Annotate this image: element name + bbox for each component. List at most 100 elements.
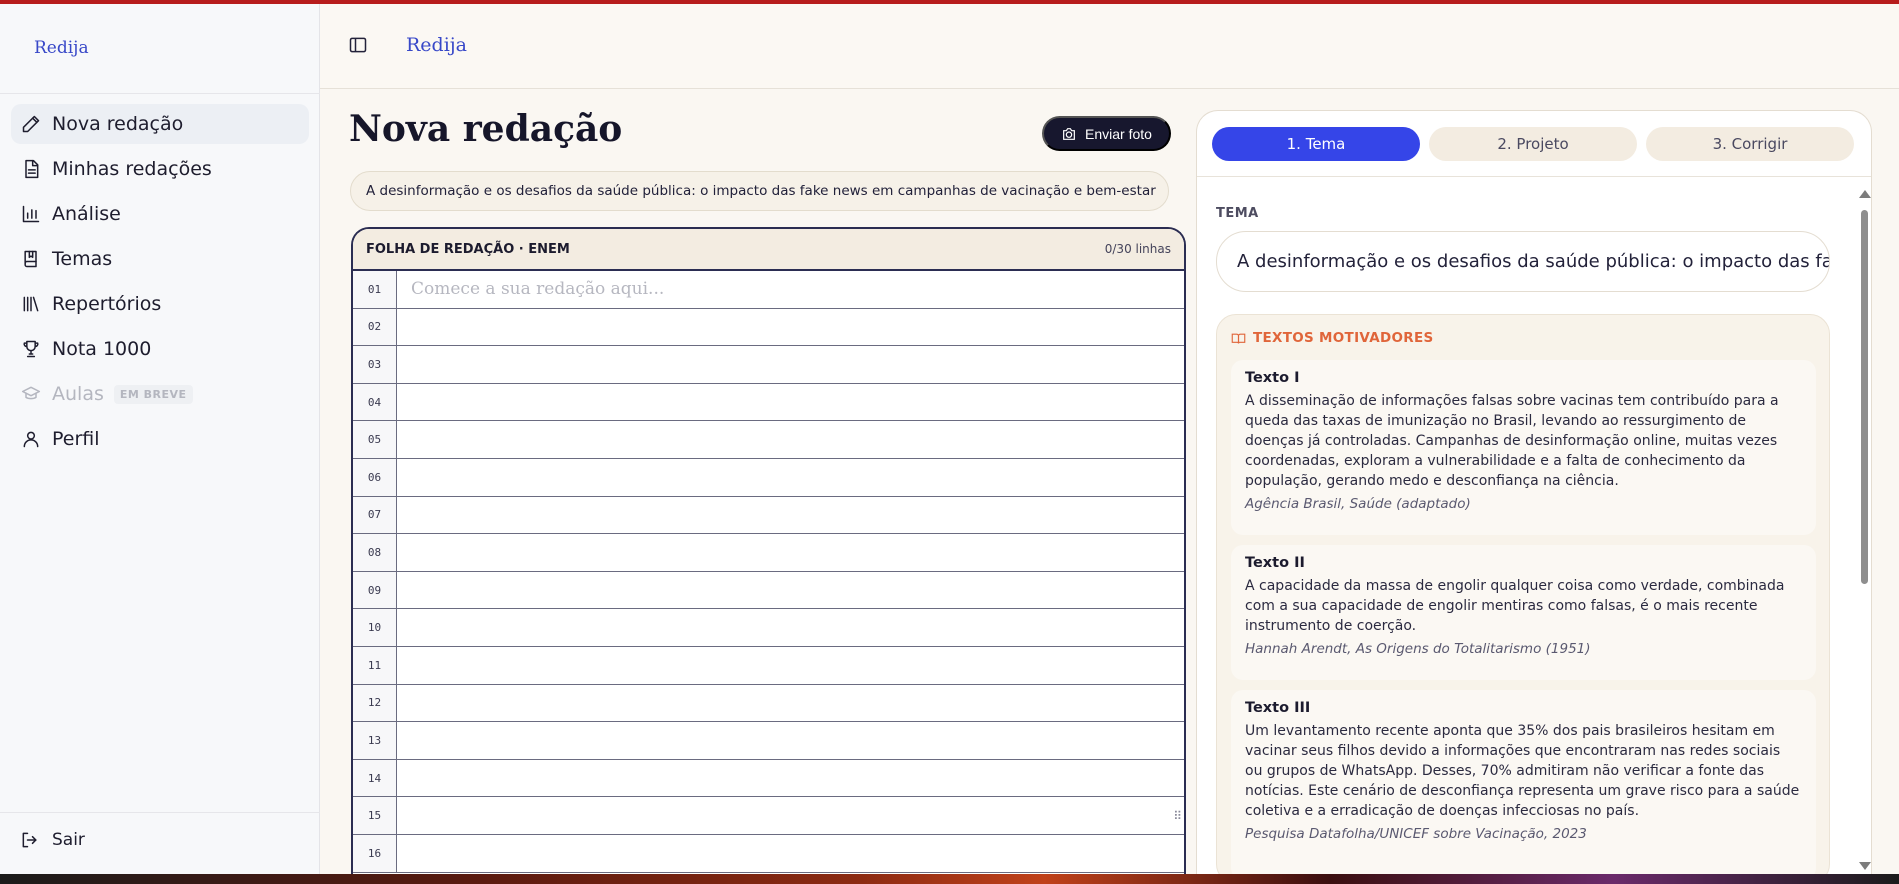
line-number: 16 <box>353 834 397 872</box>
top-header: Redija <box>320 4 1899 89</box>
essay-line[interactable]: 03 <box>353 346 1184 384</box>
essay-line[interactable]: 07 <box>353 496 1184 535</box>
sidebar-item-label: Aulas <box>52 383 104 405</box>
tema-field[interactable]: A desinformação e os desafios da saúde p… <box>1216 231 1830 292</box>
essay-line[interactable]: 15 ⠿ <box>353 797 1184 835</box>
essay-line[interactable]: 09 <box>353 571 1184 610</box>
essay-line[interactable]: 08 <box>353 534 1184 572</box>
sidebar-item-analise[interactable]: Análise <box>11 194 309 234</box>
text-title: Texto II <box>1245 555 1305 571</box>
line-number: 14 <box>353 759 397 797</box>
sidebar: Redija Nova redação Minhas redações Anál… <box>0 4 320 874</box>
sidebar-item-label: Minhas redações <box>52 158 212 180</box>
line-input[interactable] <box>397 534 1184 571</box>
line-input[interactable] <box>397 760 1184 797</box>
sidebar-item-nota-1000[interactable]: Nota 1000 <box>11 329 309 369</box>
line-number: 15 <box>353 797 397 834</box>
line-input[interactable] <box>397 835 1184 872</box>
line-input[interactable] <box>397 384 1184 421</box>
essay-line[interactable]: 14 <box>353 759 1184 798</box>
tabs-divider <box>1197 176 1871 177</box>
open-book-icon <box>1231 333 1246 344</box>
sidebar-nav: Nova redação Minhas redações Análise Tem… <box>11 104 309 464</box>
tab-corrigir[interactable]: 3. Corrigir <box>1646 127 1854 161</box>
book-icon <box>20 248 42 270</box>
text-title: Texto I <box>1245 370 1300 386</box>
panel-scrollbar[interactable] <box>1856 176 1872 884</box>
theme-pill: A desinformação e os desafios da saúde p… <box>350 171 1169 211</box>
line-input[interactable] <box>397 647 1184 684</box>
line-input[interactable] <box>397 421 1184 458</box>
sidebar-bottom-divider <box>0 812 320 813</box>
page-title: Nova redação <box>349 108 623 150</box>
graduation-cap-icon <box>20 383 42 405</box>
line-input[interactable] <box>397 685 1184 722</box>
essay-line[interactable]: 16 <box>353 834 1184 873</box>
logout-icon <box>22 832 37 848</box>
line-input[interactable] <box>397 572 1184 609</box>
motivating-text-card: Texto I A disseminação de informações fa… <box>1231 360 1816 535</box>
sidebar-item-label: Temas <box>52 248 113 270</box>
line-number: 04 <box>353 383 397 421</box>
sidebar-toggle-icon[interactable] <box>348 35 370 57</box>
send-photo-label: Enviar foto <box>1085 125 1152 142</box>
essay-sheet: FOLHA DE REDAÇÃO · ENEM 0/30 linhas 01 Co… <box>351 227 1186 884</box>
essay-line[interactable]: 06 <box>353 458 1184 497</box>
line-number: 05 <box>353 421 397 458</box>
line-number: 10 <box>353 609 397 646</box>
line-input[interactable] <box>397 346 1184 383</box>
sidebar-logo[interactable]: Redija <box>34 38 89 58</box>
line-number: 01 <box>353 271 397 308</box>
essay-line[interactable]: 05 <box>353 421 1184 459</box>
line-number: 06 <box>353 458 397 496</box>
bar-chart-icon <box>20 203 42 225</box>
tab-projeto[interactable]: 2. Projeto <box>1429 127 1637 161</box>
essay-line[interactable]: 02 <box>353 308 1184 347</box>
sidebar-item-temas[interactable]: Temas <box>11 239 309 279</box>
essay-sheet-title: FOLHA DE REDAÇÃO · ENEM <box>366 241 570 257</box>
scrollbar-thumb[interactable] <box>1861 210 1868 584</box>
text-body: Um levantamento recente aponta que 35% d… <box>1245 723 1800 819</box>
line-number: 11 <box>353 646 397 684</box>
essay-line[interactable]: 01 Comece a sua redação aqui... <box>353 271 1184 309</box>
line-input[interactable] <box>397 609 1184 646</box>
logout-button[interactable]: Sair <box>20 830 85 850</box>
essay-line[interactable]: 11 <box>353 646 1184 685</box>
sidebar-divider <box>0 93 320 94</box>
line-number: 07 <box>353 496 397 534</box>
line-number: 03 <box>353 346 397 383</box>
sidebar-item-nova-redacao[interactable]: Nova redação <box>11 104 309 144</box>
line-input[interactable] <box>397 797 1184 834</box>
logout-label: Sair <box>52 830 85 850</box>
camera-icon <box>1063 127 1075 140</box>
step-tabs: 1. Tema 2. Projeto 3. Corrigir <box>1212 127 1854 161</box>
line-input[interactable] <box>397 309 1184 346</box>
sidebar-item-perfil[interactable]: Perfil <box>11 419 309 459</box>
line-counter: 0/30 linhas <box>1104 242 1171 256</box>
tab-tema[interactable]: 1. Tema <box>1212 127 1420 161</box>
send-photo-button[interactable]: Enviar foto <box>1042 116 1171 151</box>
motivating-texts-box: TEXTOS MOTIVADORES Texto I A disseminaçã… <box>1216 314 1830 884</box>
essay-line[interactable]: 04 <box>353 383 1184 422</box>
sidebar-item-repertorios[interactable]: Repertórios <box>11 284 309 324</box>
sidebar-item-label: Nova redação <box>52 113 184 135</box>
sidebar-item-label: Análise <box>52 203 121 225</box>
essay-lines[interactable]: 01 Comece a sua redação aqui... 02 03 04 05 06… <box>353 271 1184 873</box>
line-input[interactable]: Comece a sua redação aqui... <box>397 271 1184 308</box>
pencil-icon <box>20 113 42 135</box>
user-icon <box>20 428 42 450</box>
sidebar-item-minhas-redacoes[interactable]: Minhas redações <box>11 149 309 189</box>
scroll-up-arrow-icon[interactable] <box>1859 190 1871 198</box>
line-input[interactable] <box>397 722 1184 759</box>
essay-line[interactable]: 10 <box>353 609 1184 647</box>
essay-line[interactable]: 13 <box>353 722 1184 760</box>
motivating-texts-label: TEXTOS MOTIVADORES <box>1253 330 1434 346</box>
line-input[interactable] <box>397 459 1184 496</box>
header-logo[interactable]: Redija <box>406 34 467 56</box>
scroll-down-arrow-icon[interactable] <box>1859 862 1871 870</box>
essay-line[interactable]: 12 <box>353 684 1184 723</box>
line-number: 02 <box>353 308 397 346</box>
line-input[interactable] <box>397 497 1184 534</box>
resize-grip-icon[interactable]: ⠿ <box>1173 809 1182 823</box>
library-icon <box>20 293 42 315</box>
